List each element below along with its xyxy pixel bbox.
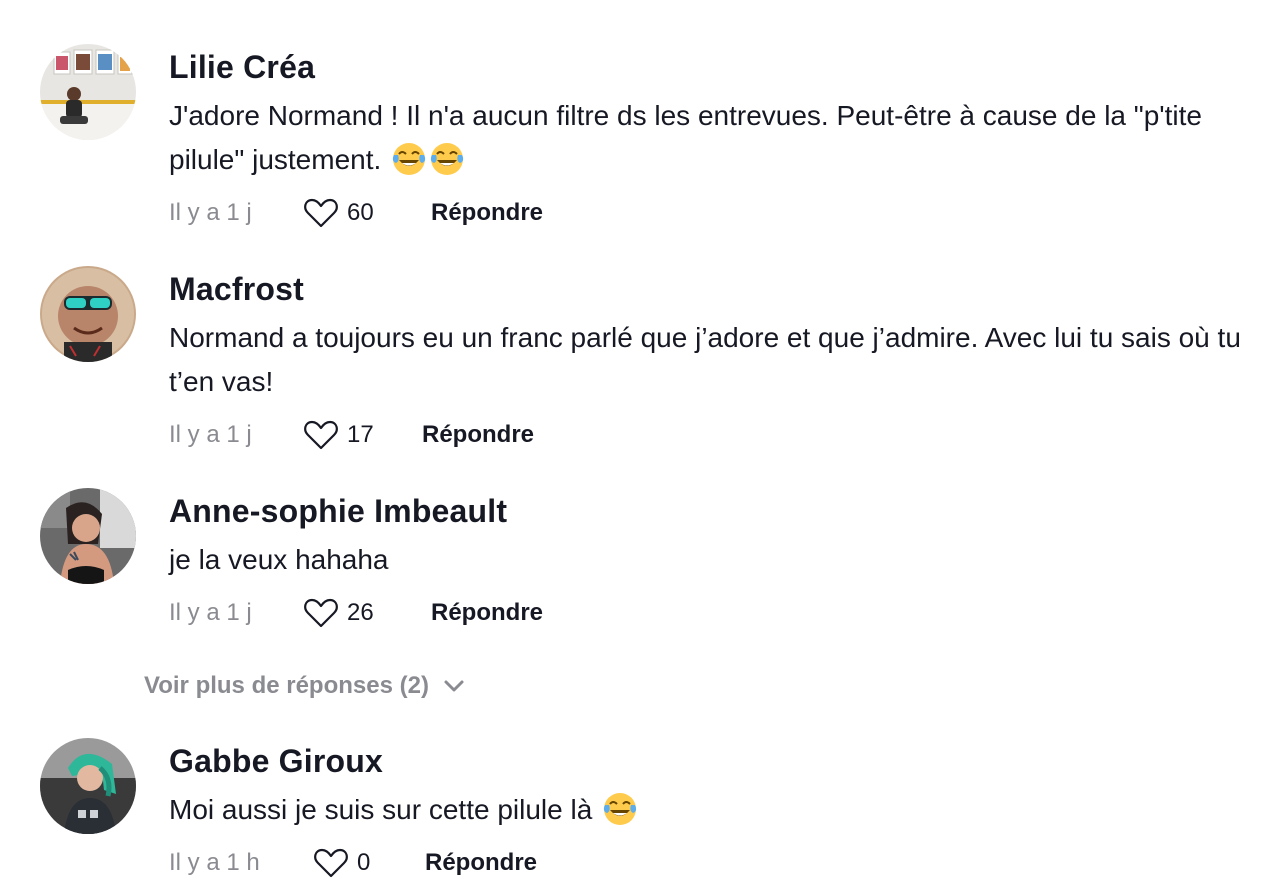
comment-timestamp: Il y a 1 h bbox=[169, 849, 260, 876]
face-with-tears-of-joy-icon bbox=[602, 791, 638, 827]
comment-timestamp: Il y a 1 j bbox=[169, 421, 252, 448]
comment-meta: Il y a 1 j 60 Répondre bbox=[169, 193, 543, 233]
like-button[interactable]: 26 bbox=[303, 597, 431, 629]
like-button[interactable]: 60 bbox=[303, 197, 431, 229]
like-count: 0 bbox=[357, 849, 371, 876]
reply-button[interactable]: Répondre bbox=[431, 199, 543, 227]
comment-text: je la veux hahaha bbox=[169, 538, 1259, 582]
reply-button[interactable]: Répondre bbox=[422, 421, 534, 449]
avatar[interactable] bbox=[40, 488, 136, 584]
comment-text-body: Moi aussi je suis sur cette pilule là bbox=[169, 794, 593, 825]
comment-meta: Il y a 1 j 17 Répondre bbox=[169, 415, 534, 455]
reply-button[interactable]: Répondre bbox=[431, 599, 543, 627]
avatar[interactable] bbox=[40, 44, 136, 140]
avatar[interactable] bbox=[40, 266, 136, 362]
view-more-replies-label: Voir plus de réponses (2) bbox=[144, 672, 429, 699]
comment-text: J'adore Normand ! Il n'a aucun filtre ds… bbox=[169, 94, 1259, 182]
like-count: 60 bbox=[347, 199, 374, 226]
comment-username[interactable]: Macfrost bbox=[169, 269, 304, 309]
comment-text-body: je la veux hahaha bbox=[169, 544, 389, 575]
like-button[interactable]: 0 bbox=[313, 847, 425, 879]
comment-timestamp: Il y a 1 j bbox=[169, 199, 252, 226]
heart-icon bbox=[304, 420, 338, 450]
comment-text: Moi aussi je suis sur cette pilule là bbox=[169, 788, 1259, 832]
comment-text-body: J'adore Normand ! Il n'a aucun filtre ds… bbox=[169, 100, 1202, 175]
heart-icon bbox=[304, 198, 338, 228]
face-with-tears-of-joy-icon bbox=[391, 141, 427, 177]
avatar[interactable] bbox=[40, 738, 136, 834]
chevron-down-icon bbox=[444, 680, 464, 692]
view-more-replies-button[interactable]: Voir plus de réponses (2) bbox=[144, 668, 465, 704]
comment-timestamp: Il y a 1 j bbox=[169, 599, 252, 626]
comment-meta: Il y a 1 j 26 Répondre bbox=[169, 593, 543, 633]
like-count: 17 bbox=[347, 421, 374, 448]
comment-text-body: Normand a toujours eu un franc parlé que… bbox=[169, 322, 1241, 397]
heart-icon bbox=[304, 598, 338, 628]
like-count: 26 bbox=[347, 599, 374, 626]
face-with-tears-of-joy-icon bbox=[429, 141, 465, 177]
comment-username[interactable]: Anne-sophie Imbeault bbox=[169, 491, 507, 531]
comment-meta: Il y a 1 h 0 Répondre bbox=[169, 843, 537, 883]
comment-text: Normand a toujours eu un franc parlé que… bbox=[169, 316, 1259, 404]
reply-button[interactable]: Répondre bbox=[425, 849, 537, 877]
comment-username[interactable]: Lilie Créa bbox=[169, 47, 315, 87]
comment-username[interactable]: Gabbe Giroux bbox=[169, 741, 383, 781]
like-button[interactable]: 17 bbox=[303, 419, 422, 451]
heart-icon bbox=[314, 848, 348, 878]
